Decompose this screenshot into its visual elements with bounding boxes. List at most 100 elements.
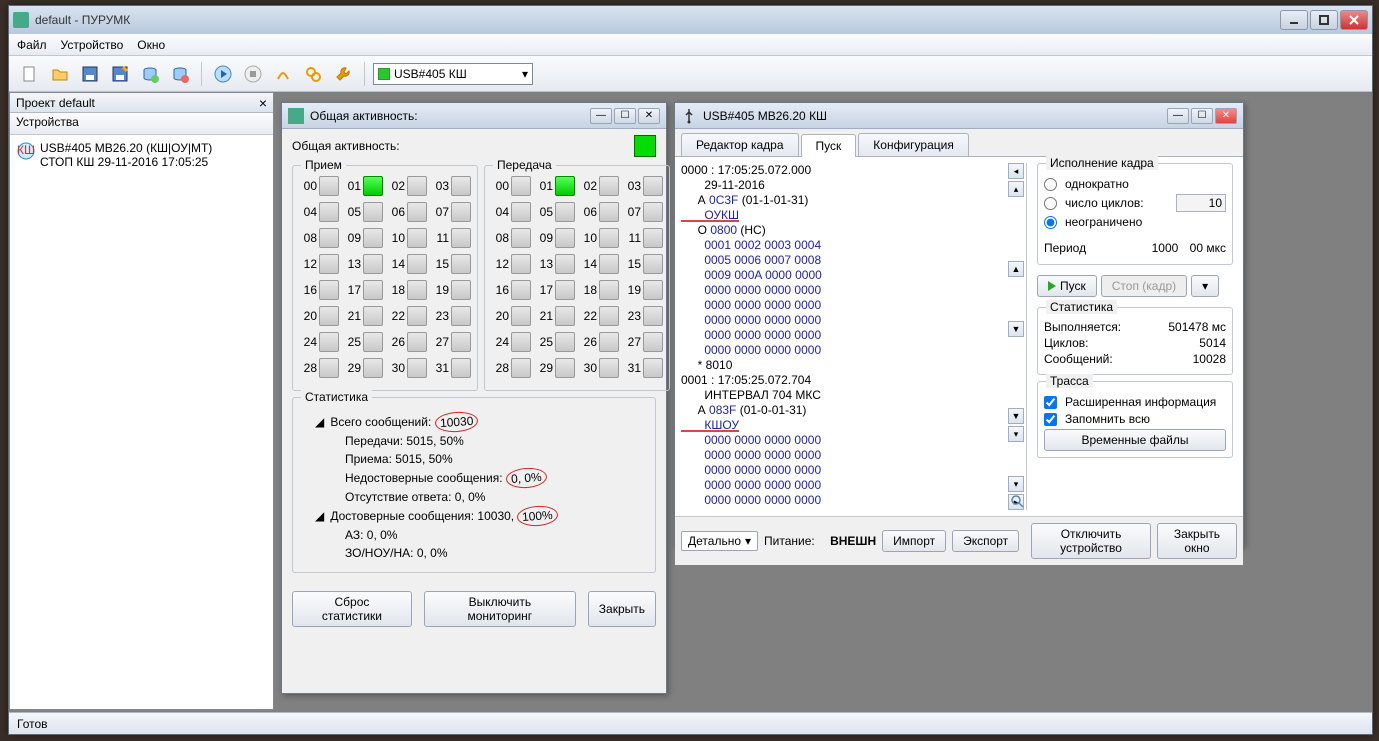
mdi-close-button[interactable]: ✕ — [1215, 108, 1237, 124]
stats-tx: Передачи: 5015, 50% — [345, 432, 464, 450]
cell-led-icon — [363, 176, 383, 196]
radio-unlimited[interactable] — [1044, 216, 1057, 229]
activity-cell: 22 — [387, 306, 427, 326]
log-line: КШОУ — [681, 418, 1024, 433]
tool1-icon[interactable] — [270, 61, 296, 87]
play-icon[interactable] — [210, 61, 236, 87]
mdi-maximize-button[interactable]: ☐ — [614, 108, 636, 124]
scroll-dn3-icon[interactable]: ▾ — [1008, 426, 1024, 442]
dropdown-button[interactable]: ▾ — [1191, 275, 1219, 297]
cell-led-icon — [555, 358, 575, 378]
tab-editor[interactable]: Редактор кадра — [681, 133, 799, 156]
activity-cell: 20 — [299, 306, 339, 326]
tree-toggle[interactable]: ◢ — [315, 413, 327, 431]
send-legend: Передача — [493, 158, 556, 172]
scroll-end-icon[interactable]: ▾ — [1008, 476, 1024, 492]
activity-cell: 24 — [491, 332, 531, 352]
cell-led-icon — [407, 176, 427, 196]
disconnect-button[interactable]: Отключить устройство — [1031, 523, 1151, 559]
toolbar: USB#405 КШ ▾ — [9, 56, 1372, 92]
save-icon[interactable] — [77, 61, 103, 87]
new-icon[interactable] — [17, 61, 43, 87]
activity-cell: 05 — [535, 202, 575, 222]
stop-button[interactable]: Стоп (кадр) — [1101, 275, 1187, 297]
close-button[interactable] — [1340, 10, 1368, 30]
saveas-icon[interactable] — [107, 61, 133, 87]
cell-led-icon — [599, 254, 619, 274]
device-name: USB#405 КШ — [394, 67, 467, 81]
magnify-icon[interactable] — [1010, 494, 1024, 508]
menu-window[interactable]: Окно — [137, 38, 165, 52]
export-button[interactable]: Экспорт — [952, 530, 1019, 552]
panel-close-icon[interactable]: × — [259, 95, 267, 111]
log-line: 0000 0000 0000 0000 — [681, 313, 1024, 328]
check-extinfo[interactable] — [1044, 396, 1057, 409]
cell-led-icon — [511, 306, 531, 326]
power-value: ВНЕШН — [830, 534, 876, 548]
detail-selector[interactable]: Детально▾ — [681, 531, 758, 551]
toggle-monitoring-button[interactable]: Выключить мониторинг — [424, 591, 576, 627]
cycles-input[interactable] — [1176, 194, 1226, 212]
cell-led-icon — [451, 306, 471, 326]
mdi-minimize-button[interactable]: — — [1167, 108, 1189, 124]
scroll-dn2-icon[interactable]: ▼ — [1008, 408, 1024, 424]
activity-cell: 29 — [535, 358, 575, 378]
close-window-button[interactable]: Закрыть окно — [1157, 523, 1237, 559]
activity-cell: 04 — [491, 202, 531, 222]
scroll-left-icon[interactable]: ◂ — [1008, 163, 1024, 179]
open-icon[interactable] — [47, 61, 73, 87]
cycles-count: 5014 — [1199, 336, 1226, 350]
run-button[interactable]: Пуск — [1037, 275, 1097, 297]
menu-file[interactable]: Файл — [17, 38, 47, 52]
tab-run[interactable]: Пуск — [801, 134, 857, 157]
close-activity-button[interactable]: Закрыть — [588, 591, 656, 627]
db-add-icon[interactable] — [137, 61, 163, 87]
activity-cell: 05 — [343, 202, 383, 222]
import-button[interactable]: Импорт — [882, 530, 946, 552]
log-pane[interactable]: 0000 : 17:05:25.072.000 29-11-2016 А 0C3… — [681, 163, 1027, 510]
log-line: 0000 0000 0000 0000 — [681, 298, 1024, 313]
log-line: 0001 : 17:05:25.072.704 — [681, 373, 1024, 388]
tempfiles-button[interactable]: Временные файлы — [1044, 429, 1226, 451]
scroll-down-icon[interactable]: ▼ — [1008, 321, 1024, 337]
recv-legend: Прием — [301, 158, 346, 172]
activity-cell: 00 — [491, 176, 531, 196]
activity-cell: 12 — [299, 254, 339, 274]
cell-led-icon — [319, 202, 339, 222]
reset-stats-button[interactable]: Сброс статистики — [292, 591, 412, 627]
minimize-button[interactable] — [1280, 10, 1308, 30]
log-line: ОУКШ — [681, 208, 1024, 223]
cell-led-icon — [407, 358, 427, 378]
cell-led-icon — [319, 358, 339, 378]
device-selector[interactable]: USB#405 КШ ▾ — [373, 63, 533, 85]
tab-config[interactable]: Конфигурация — [858, 133, 969, 156]
scroll-top-icon[interactable]: ▴ — [1008, 181, 1024, 197]
activity-cell: 13 — [343, 254, 383, 274]
tree-device[interactable]: КШ USB#405 МВ26.20 (КШ|ОУ|МТ) СТОП КШ 29… — [16, 139, 267, 171]
radio-cycles[interactable] — [1044, 197, 1057, 210]
activity-cell: 18 — [579, 280, 619, 300]
cell-led-icon — [555, 332, 575, 352]
device-icon: КШ — [16, 141, 36, 161]
tree-toggle[interactable]: ◢ — [315, 507, 327, 525]
scroll-up-icon[interactable]: ▲ — [1008, 261, 1024, 277]
wrench-icon[interactable] — [330, 61, 356, 87]
tool2-icon[interactable] — [300, 61, 326, 87]
menu-device[interactable]: Устройство — [61, 38, 124, 52]
cell-led-icon — [555, 280, 575, 300]
exec-time: 501478 мс — [1168, 320, 1226, 334]
cell-led-icon — [319, 332, 339, 352]
mdi-maximize-button[interactable]: ☐ — [1191, 108, 1213, 124]
activity-cell: 00 — [299, 176, 339, 196]
activity-cell: 18 — [387, 280, 427, 300]
maximize-button[interactable] — [1310, 10, 1338, 30]
stop-icon[interactable] — [240, 61, 266, 87]
radio-once[interactable] — [1044, 178, 1057, 191]
db-del-icon[interactable] — [167, 61, 193, 87]
cell-led-icon — [451, 358, 471, 378]
mdi-close-button[interactable]: ✕ — [638, 108, 660, 124]
mdi-minimize-button[interactable]: — — [590, 108, 612, 124]
check-remember[interactable] — [1044, 413, 1057, 426]
activity-cell: 22 — [579, 306, 619, 326]
activity-cell: 09 — [343, 228, 383, 248]
